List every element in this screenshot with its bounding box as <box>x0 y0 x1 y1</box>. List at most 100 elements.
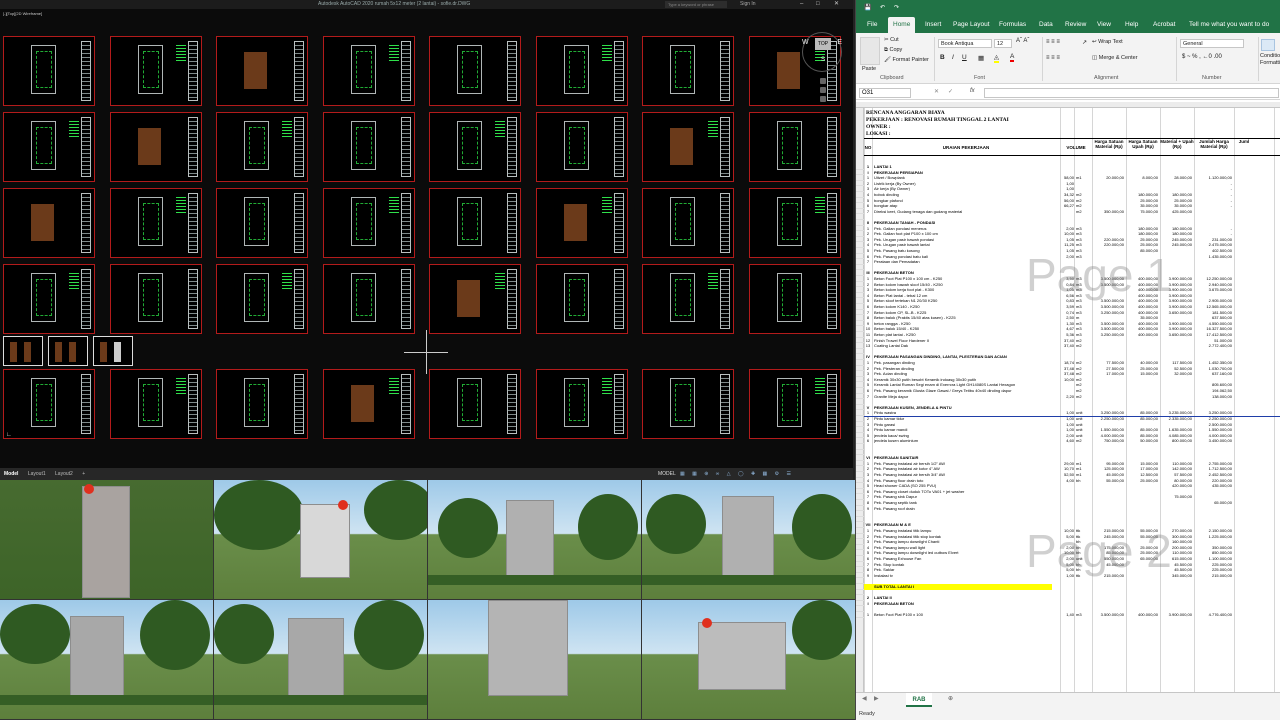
drawing-sheet[interactable] <box>322 112 415 182</box>
drawing-sheet[interactable] <box>748 369 841 439</box>
row-headers[interactable] <box>856 108 864 692</box>
merge-center-button[interactable]: ◫ Merge & Center <box>1092 55 1138 61</box>
orientation-icon[interactable]: ↗ <box>1082 39 1087 46</box>
tab-9[interactable]: Acrobat <box>1148 17 1180 33</box>
drawing-sheet[interactable] <box>535 264 628 334</box>
maximize-icon[interactable]: □ <box>816 0 820 9</box>
scroll-right-icon[interactable]: ▶ <box>874 695 879 702</box>
viewcube-east[interactable]: E <box>837 39 842 46</box>
drawing-sheet[interactable] <box>3 112 95 182</box>
underline-button[interactable]: U <box>962 54 967 61</box>
tab-4[interactable]: Formulas <box>994 17 1031 33</box>
tab-7[interactable]: View <box>1092 17 1116 33</box>
drawing-sheet[interactable] <box>3 36 95 106</box>
drawing-sheet[interactable] <box>322 369 415 439</box>
drawing-sheet[interactable] <box>642 36 734 106</box>
cell-vol[interactable]: 1,40 <box>1060 612 1074 618</box>
italic-button[interactable]: I <box>952 54 954 61</box>
autocad-search-input[interactable]: Type a keyword or phrase <box>665 1 727 8</box>
tab-8[interactable]: Help <box>1120 17 1143 33</box>
tab-layout2[interactable]: Layout2 <box>51 468 77 480</box>
conditional-formatting-icon[interactable] <box>1261 39 1275 51</box>
paste-icon[interactable] <box>860 37 880 65</box>
cell-hm[interactable]: 3.500.000,00 <box>1092 612 1124 618</box>
detail-sheet[interactable] <box>93 336 133 366</box>
drawing-sheet[interactable] <box>3 264 95 334</box>
pan-icon[interactable] <box>820 78 826 84</box>
cell-jm[interactable]: 4.776.400,00 <box>1194 612 1232 618</box>
drawing-sheet[interactable] <box>109 264 202 334</box>
drawing-sheet[interactable] <box>748 112 841 182</box>
drawing-sheet[interactable] <box>642 369 734 439</box>
orbit-icon[interactable] <box>820 96 826 102</box>
cell-hu[interactable]: 400.000,00 <box>1126 612 1158 618</box>
scroll-left-icon[interactable]: ◀ <box>862 695 867 702</box>
currency-icon[interactable]: $ ~ % , ←0 .00 <box>1182 54 1222 60</box>
align-left-icons[interactable]: ≡ ≡ ≡ <box>1046 55 1060 61</box>
viewcube-south[interactable]: S <box>821 57 825 63</box>
tab-6[interactable]: Review <box>1060 17 1091 33</box>
font-grow-icon[interactable]: Aˆ Aˇ <box>1016 38 1029 44</box>
table-row[interactable]: 1 Beton Foot Plat P100 x 100 1,40 m3 3.500.0… <box>864 612 1280 618</box>
format-painter-button[interactable]: 🖌 Format Painter <box>884 57 929 63</box>
drawing-sheet[interactable] <box>109 188 202 258</box>
font-name-select[interactable]: Book Antiqua <box>938 39 992 48</box>
model-space-toggle[interactable]: MODEL <box>658 468 676 480</box>
tab-layout1[interactable]: Layout1 <box>24 468 50 480</box>
borders-icon[interactable]: ▦ <box>978 54 984 62</box>
tab-0[interactable]: File <box>862 17 882 33</box>
tab-3[interactable]: Page Layout <box>948 17 995 33</box>
cell-mu[interactable]: 3.900.000,00 <box>1160 612 1192 618</box>
wrap-text-button[interactable]: ↩ Wrap Text <box>1092 39 1123 45</box>
worksheet[interactable]: RENCANA ANGGARAN BIAYA PEKERJAAN : RENOVA… <box>856 108 1280 692</box>
drawing-sheet[interactable] <box>216 188 308 258</box>
insert-function-button[interactable]: fx <box>970 88 975 94</box>
drawing-sheet[interactable] <box>535 188 628 258</box>
viewport-controls[interactable]: [-][Top][2D Wireframe] <box>3 11 42 16</box>
font-color-icon[interactable]: A <box>1010 53 1015 62</box>
formula-enter-icon[interactable]: ✓ <box>948 88 953 95</box>
zoom-icon[interactable] <box>820 87 826 93</box>
drawing-sheet[interactable] <box>535 36 628 106</box>
drawing-sheet[interactable] <box>216 36 308 106</box>
detail-sheet[interactable] <box>3 336 43 366</box>
fill-color-icon[interactable]: ◬ <box>994 53 999 63</box>
drawing-sheet[interactable] <box>322 36 415 106</box>
minimize-icon[interactable]: – <box>800 0 803 9</box>
drawing-sheet[interactable] <box>3 188 95 258</box>
align-top-icons[interactable]: ≡ ≡ ≡ <box>1046 39 1060 45</box>
drawing-canvas[interactable] <box>3 36 853 441</box>
drawing-sheet[interactable] <box>322 264 415 334</box>
drawing-sheet[interactable] <box>109 369 202 439</box>
undo-icon[interactable]: ↶ <box>880 4 885 11</box>
bold-button[interactable]: B <box>940 54 945 61</box>
conditional-formatting-button[interactable]: Conditional Formatting <box>1260 53 1280 67</box>
detail-sheet[interactable] <box>48 336 88 366</box>
drawing-sheet[interactable] <box>3 369 95 439</box>
drawing-sheet[interactable] <box>748 188 841 258</box>
sheet-tab-rab[interactable]: RAB <box>906 693 932 707</box>
save-icon[interactable]: 💾 <box>864 4 871 11</box>
drawing-sheet[interactable] <box>642 112 734 182</box>
formula-cancel-icon[interactable]: ✕ <box>934 88 939 95</box>
drawing-sheet[interactable] <box>535 369 628 439</box>
drawing-sheet[interactable] <box>109 112 202 182</box>
copy-button[interactable]: ⧉ Copy <box>884 47 902 54</box>
redo-icon[interactable]: ↷ <box>894 4 899 11</box>
drawing-sheet[interactable] <box>216 112 308 182</box>
close-icon[interactable]: ✕ <box>834 0 839 9</box>
paste-button[interactable]: Paste <box>862 66 876 72</box>
viewcube-west[interactable]: W <box>802 39 809 46</box>
cell-no[interactable]: 1 <box>864 612 872 618</box>
viewcube-top[interactable]: TOP <box>815 38 831 50</box>
tab-1[interactable]: Home <box>888 17 916 33</box>
name-box[interactable]: O31 <box>859 88 911 98</box>
drawing-sheet[interactable] <box>642 264 734 334</box>
drawing-sheet[interactable] <box>216 369 308 439</box>
drawing-sheet[interactable] <box>429 36 521 106</box>
row-number[interactable] <box>856 612 864 618</box>
number-format-select[interactable]: General <box>1180 39 1244 48</box>
drawing-sheet[interactable] <box>216 264 308 334</box>
formula-input[interactable] <box>984 88 1279 98</box>
cell-desc[interactable]: Beton Foot Plat P100 x 100 <box>874 612 1060 618</box>
